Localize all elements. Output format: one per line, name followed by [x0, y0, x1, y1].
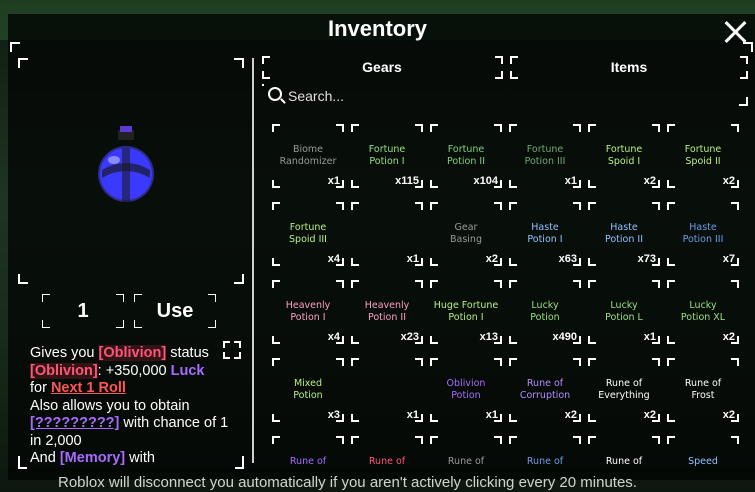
inventory-item[interactable]: Fortune Potion I x115	[351, 124, 423, 188]
items-grid: Biome Randomizer x1 Fortune Potion Ix115 Fo…	[272, 124, 744, 468]
inventory-item[interactable]: Gear Basing x2	[430, 202, 502, 266]
inventory-item[interactable]: Oblivion Potion x1	[430, 358, 502, 422]
inventory-item[interactable]: Fortune Potion II x104	[430, 124, 502, 188]
oblivion-potion-icon	[98, 126, 154, 202]
item-count: x4	[327, 331, 340, 343]
item-count: x13	[479, 331, 498, 343]
panel-divider	[252, 58, 254, 463]
item-name: Huge Fortune Potion I	[433, 300, 499, 323]
inventory-item[interactable]: Speed	[667, 436, 739, 468]
item-count: x104	[473, 175, 498, 187]
item-count: x4	[327, 253, 340, 265]
item-count: x2	[722, 409, 735, 421]
item-name: Fortune Potion III	[524, 144, 566, 167]
item-name: Lucky Potion	[530, 300, 560, 323]
item-count: x2	[564, 409, 577, 421]
item-description: Gives you [Oblivion] status [Oblivion]: …	[30, 345, 229, 466]
item-count: x1	[406, 253, 419, 265]
item-name: Rune of Everything	[598, 378, 650, 401]
item-name: Gear Basing	[450, 222, 482, 245]
inventory-item[interactable]: Fortune Potion III x1	[509, 124, 581, 188]
inventory-item[interactable]: Fortune Spoid III x4	[272, 202, 344, 266]
inventory-item[interactable]: x1	[351, 358, 423, 422]
inventory-item[interactable]: x1	[351, 202, 423, 266]
item-count: x1	[327, 175, 340, 187]
item-count: x2	[643, 175, 656, 187]
panel-corner	[10, 42, 20, 52]
use-button-frame	[134, 294, 216, 328]
item-name: Haste Potion III	[682, 222, 724, 245]
inventory-item[interactable]: Rune of Everything x2	[588, 358, 660, 422]
inventory-item[interactable]: Rune of	[430, 436, 502, 468]
item-name: Haste Potion II	[604, 222, 644, 245]
close-icon[interactable]	[722, 18, 750, 46]
item-count: x23	[400, 331, 419, 343]
item-count: x63	[558, 253, 577, 265]
item-count: x2	[643, 409, 656, 421]
item-name: Biome Randomizer	[279, 144, 337, 167]
inventory-item[interactable]: Haste Potion III x7	[667, 202, 739, 266]
inventory-item[interactable]: Haste Potion II x73	[588, 202, 660, 266]
inventory-item[interactable]: Mixed Potion x3	[272, 358, 344, 422]
item-count: x1	[643, 331, 656, 343]
item-name: Haste Potion I	[527, 222, 563, 245]
item-name: Rune of	[289, 456, 327, 467]
item-name: Heavenly Potion I	[285, 300, 331, 323]
item-name: Fortune Spoid III	[289, 222, 327, 245]
item-count: x1	[406, 409, 419, 421]
item-name: Rune of	[368, 456, 406, 467]
expand-icon[interactable]	[222, 340, 242, 360]
inventory-item[interactable]: Lucky Potion Lx1	[588, 280, 660, 344]
description-frame	[18, 456, 244, 469]
inventory-item[interactable]: Biome Randomizer x1	[272, 124, 344, 188]
inventory-item[interactable]: Lucky Potion XL x2	[667, 280, 739, 344]
item-name: Fortune Potion I	[368, 144, 406, 167]
item-name: Rune of	[605, 456, 643, 467]
item-count: x7	[722, 253, 735, 265]
inventory-item[interactable]: Rune of	[351, 436, 423, 468]
item-count: x115	[395, 175, 419, 187]
inventory-item[interactable]: Rune of	[272, 436, 344, 468]
item-name: Fortune Potion II	[446, 144, 486, 167]
inventory-item[interactable]: Heavenly Potion II x23	[351, 280, 423, 344]
inventory-item[interactable]: Huge Fortune Potion I x13	[430, 280, 502, 344]
inventory-item[interactable]: Fortune Spoid II x2	[667, 124, 739, 188]
afk-warning: Roblox will disconnect you automatically…	[58, 474, 637, 491]
item-name: Fortune Spoid I	[605, 144, 643, 167]
inventory-item[interactable]: Heavenly Potion I x4	[272, 280, 344, 344]
inventory-item[interactable]: Fortune Spoid Ix2	[588, 124, 660, 188]
item-name: Mixed Potion	[293, 378, 323, 401]
search-input[interactable]	[286, 84, 740, 108]
inventory-item[interactable]: Lucky Potion x490	[509, 280, 581, 344]
item-count: x1	[564, 175, 577, 187]
item-count: x490	[552, 331, 577, 343]
item-name: Rune of Corruption	[519, 378, 571, 401]
item-count: x73	[637, 253, 656, 265]
item-name: Lucky Potion L	[605, 300, 643, 323]
inventory-item[interactable]: Haste Potion I x63	[509, 202, 581, 266]
item-name: Rune of	[447, 456, 485, 467]
inventory-item[interactable]: Rune of	[509, 436, 581, 468]
inventory-item[interactable]: Rune of Frost x2	[667, 358, 739, 422]
item-name: Oblivion Potion	[446, 378, 486, 401]
item-name: Speed	[688, 456, 718, 467]
search-icon	[268, 87, 282, 101]
item-name: Rune of Frost	[684, 378, 722, 401]
item-count: x2	[485, 253, 498, 265]
item-name: Fortune Spoid II	[684, 144, 722, 167]
quantity-frame	[42, 294, 124, 328]
item-count: x3	[327, 409, 340, 421]
item-name: Lucky Potion XL	[680, 300, 726, 323]
item-count: x1	[485, 409, 498, 421]
item-name: Rune of	[526, 456, 564, 467]
item-count: x2	[722, 175, 735, 187]
item-count: x2	[722, 331, 735, 343]
inventory-item[interactable]: Rune of	[588, 436, 660, 468]
search-bar	[262, 84, 748, 108]
inventory-title: Inventory	[327, 16, 428, 41]
item-name: Heavenly Potion II	[364, 300, 410, 323]
inventory-item[interactable]: Rune of Corruption x2	[509, 358, 581, 422]
